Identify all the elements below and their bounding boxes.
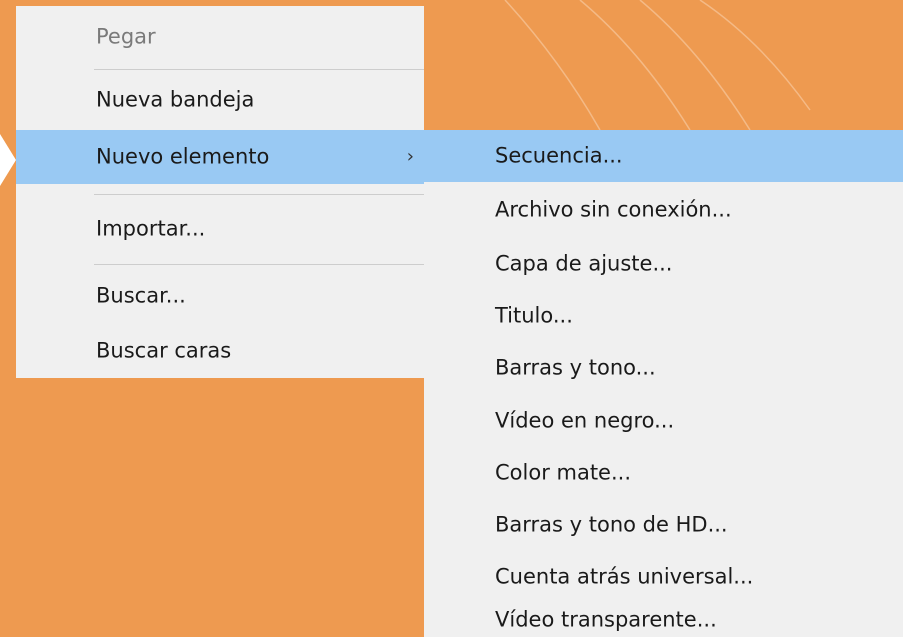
menu-item-label: Barras y tono de HD... (495, 512, 728, 537)
menu-item-new-item[interactable]: Nuevo elemento › (16, 130, 424, 184)
submenu-item-hd-bars-and-tone[interactable]: Barras y tono de HD... (424, 498, 903, 552)
submenu-item-adjustment-layer[interactable]: Capa de ajuste... (424, 238, 903, 290)
menu-item-label: Pegar (96, 24, 156, 49)
menu-item-label: Titulo... (495, 303, 573, 328)
menu-item-label: Barras y tono... (495, 355, 656, 380)
menu-item-label: Buscar... (96, 283, 186, 308)
menu-item-new-bin[interactable]: Nueva bandeja (16, 70, 424, 130)
menu-item-paste: Pegar (16, 6, 424, 68)
submenu-item-offline-file[interactable]: Archivo sin conexión... (424, 182, 903, 238)
menu-item-find-faces[interactable]: Buscar caras (16, 324, 424, 378)
menu-item-label: Secuencia... (495, 143, 623, 168)
submenu-item-bars-and-tone[interactable]: Barras y tono... (424, 342, 903, 394)
chevron-right-icon: › (406, 146, 414, 167)
menu-item-label: Nueva bandeja (96, 87, 255, 112)
menu-separator (94, 264, 424, 265)
menu-item-import[interactable]: Importar... (16, 196, 424, 262)
submenu-item-sequence[interactable]: Secuencia... (424, 130, 903, 182)
submenu-item-title[interactable]: Titulo... (424, 290, 903, 342)
submenu-item-black-video[interactable]: Vídeo en negro... (424, 394, 903, 448)
menu-item-label: Importar... (96, 216, 206, 241)
context-menu: Pegar Nueva bandeja Nuevo elemento › Imp… (16, 6, 424, 378)
menu-item-label: Archivo sin conexión... (495, 197, 732, 222)
selection-pointer (0, 134, 16, 186)
submenu-item-color-matte[interactable]: Color mate... (424, 448, 903, 498)
menu-item-label: Color mate... (495, 460, 632, 485)
submenu-item-universal-countdown[interactable]: Cuenta atrás universal... (424, 552, 903, 602)
menu-separator (94, 194, 424, 195)
new-item-submenu: Secuencia... Archivo sin conexión... Cap… (424, 130, 903, 637)
menu-item-label: Nuevo elemento (96, 144, 270, 169)
menu-item-label: Buscar caras (96, 338, 232, 363)
menu-item-label: Vídeo en negro... (495, 408, 675, 433)
menu-item-find[interactable]: Buscar... (16, 268, 424, 324)
menu-item-label: Cuenta atrás universal... (495, 564, 754, 589)
menu-item-label: Capa de ajuste... (495, 251, 673, 276)
submenu-item-transparent-video[interactable]: Vídeo transparente... (424, 602, 903, 637)
menu-item-label: Vídeo transparente... (495, 607, 717, 631)
